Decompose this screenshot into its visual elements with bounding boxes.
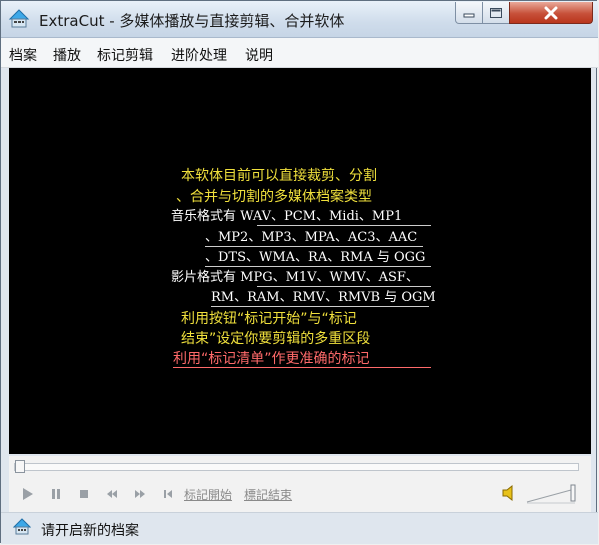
menu-bar: 档案 播放 标记剪辑 进阶处理 说明	[1, 38, 598, 68]
info-line: 、MP2、MP3、MPA、AC3、AAC	[205, 230, 418, 245]
mark-end-link[interactable]: 標記結束	[244, 486, 292, 503]
info-line: 音乐格式有 WAV、PCM、Midi、MP1	[171, 209, 403, 224]
mark-start-link[interactable]: 标記開始	[184, 486, 232, 503]
title-bar[interactable]: ExtraCut - 多媒体播放与直接剪辑、合并软体	[1, 1, 598, 38]
menu-file[interactable]: 档案	[9, 45, 37, 65]
stop-button[interactable]	[75, 485, 93, 503]
stop-icon	[80, 490, 88, 498]
mark-start-icon-button[interactable]	[161, 485, 175, 503]
speaker-icon[interactable]	[501, 484, 517, 502]
pause-button[interactable]	[47, 485, 65, 503]
video-display[interactable]: 本软体目前可以直接裁剪、分割 、合并与切割的多媒体档案类型 音乐格式有 WAV、…	[9, 68, 591, 454]
app-icon	[8, 9, 30, 28]
underline	[257, 225, 431, 226]
minimize-button[interactable]	[455, 2, 483, 24]
close-icon	[544, 6, 558, 19]
close-button[interactable]	[509, 2, 593, 24]
status-text: 请开启新的档案	[41, 523, 139, 539]
app-window: ExtraCut - 多媒体播放与直接剪辑、合并软体 档案 播放 标记剪辑 进阶…	[0, 0, 598, 544]
maximize-button[interactable]	[482, 2, 510, 24]
info-line: RM、RAM、RMV、RMVB 与 OGM	[211, 290, 436, 305]
underline	[173, 367, 431, 368]
playback-controls: 标記開始 標記結束	[9, 456, 591, 512]
minimize-icon	[463, 13, 475, 17]
info-line: 结束”设定你要剪辑的多重区段	[181, 331, 371, 347]
rewind-button[interactable]	[103, 485, 121, 503]
mark-start-icon	[164, 490, 172, 498]
underline	[257, 286, 431, 287]
app-icon	[13, 518, 31, 535]
menu-mark-edit[interactable]: 标记剪辑	[97, 45, 153, 65]
info-line: 利用按钮“标记开始”与“标记	[181, 311, 357, 327]
seek-thumb[interactable]	[15, 460, 25, 473]
underline	[205, 246, 423, 247]
info-line: 本软体目前可以直接裁剪、分割	[181, 168, 377, 184]
fast-forward-button[interactable]	[131, 485, 149, 503]
underline	[211, 306, 429, 307]
underline	[205, 266, 431, 267]
info-line: 、合并与切割的多媒体档案类型	[176, 189, 372, 205]
rewind-icon	[107, 490, 117, 498]
volume-slider[interactable]	[525, 481, 577, 504]
menu-advanced[interactable]: 进阶处理	[171, 45, 227, 65]
info-line: 利用“标记清单”作更准确的标记	[173, 351, 370, 367]
pause-icon	[52, 489, 60, 499]
menu-help[interactable]: 说明	[245, 45, 273, 65]
info-line: 影片格式有 MPG、M1V、WMV、ASF、	[171, 270, 419, 285]
seek-bar[interactable]	[14, 463, 579, 471]
maximize-icon	[490, 7, 502, 18]
window-title: ExtraCut - 多媒体播放与直接剪辑、合并软体	[39, 12, 345, 30]
info-line: 、DTS、WMA、RA、RMA 与 OGG	[205, 250, 426, 265]
menu-play[interactable]: 播放	[53, 45, 81, 65]
fast-forward-icon	[135, 490, 145, 498]
status-bar: 请开启新的档案	[1, 512, 598, 544]
play-icon	[23, 488, 33, 500]
play-button[interactable]	[19, 485, 37, 503]
